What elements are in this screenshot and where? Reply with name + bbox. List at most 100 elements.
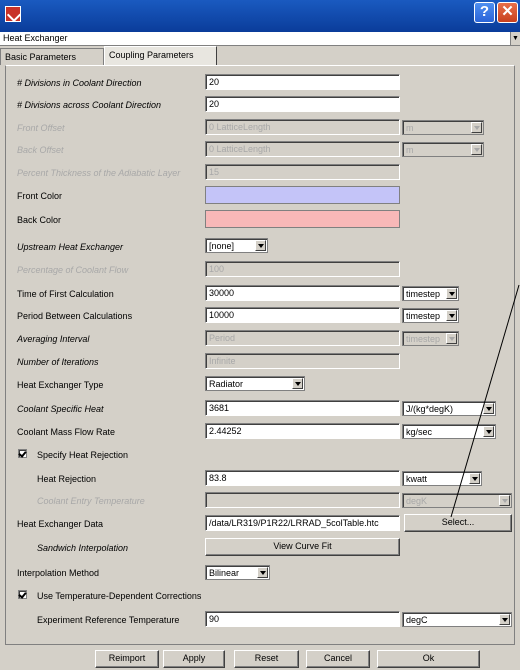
row-upstream: Upstream Heat Exchanger [none] bbox=[0, 237, 520, 255]
row-front-offset: Front Offset 0 LatticeLength m bbox=[0, 118, 520, 136]
chevron-down-icon[interactable]: ▼ bbox=[510, 32, 520, 45]
label-sandwich: Sandwich Interpolation bbox=[37, 543, 129, 553]
row-period-between: Period Between Calculations 10000 timest… bbox=[0, 306, 520, 324]
row-pct-thickness: Percent Thickness of the Adiabatic Layer… bbox=[0, 163, 520, 181]
apply-button[interactable]: Apply bbox=[163, 650, 225, 668]
title-bar: ? ✕ bbox=[0, 0, 520, 32]
label-back-offset: Back Offset bbox=[17, 145, 64, 155]
row-hx-type: Heat Exchanger Type Radiator bbox=[0, 375, 520, 393]
back-offset-input[interactable]: 0 LatticeLength bbox=[205, 141, 400, 157]
coolant-specific-heat-unit-select[interactable]: J/(kg*degK) bbox=[402, 401, 496, 416]
chevron-down-icon[interactable] bbox=[257, 567, 268, 578]
pct-thickness-input[interactable]: 15 bbox=[205, 164, 400, 180]
chevron-down-icon[interactable] bbox=[446, 310, 457, 321]
use-temp-dep-checkbox[interactable] bbox=[18, 590, 27, 599]
label-div-coolant: # Divisions in Coolant Direction bbox=[17, 78, 142, 88]
ok-button[interactable]: Ok bbox=[377, 650, 480, 668]
label-averaging: Averaging Interval bbox=[17, 334, 90, 344]
chevron-down-icon[interactable] bbox=[471, 144, 482, 155]
row-div-coolant: # Divisions in Coolant Direction 20 bbox=[0, 73, 520, 91]
label-div-across: # Divisions across Coolant Direction bbox=[17, 100, 162, 110]
help-button[interactable]: ? bbox=[474, 2, 495, 23]
heat-rejection-unit-select[interactable]: kwatt bbox=[402, 471, 482, 486]
chevron-down-icon[interactable] bbox=[446, 288, 457, 299]
label-heat-rejection: Heat Rejection bbox=[37, 474, 97, 484]
row-hx-data: Heat Exchanger Data /data/LR319/P1R22/LR… bbox=[0, 514, 520, 532]
front-color-swatch[interactable] bbox=[205, 186, 400, 204]
label-exp-ref-temp: Experiment Reference Temperature bbox=[37, 615, 180, 625]
chevron-down-icon[interactable] bbox=[483, 403, 494, 414]
row-specify-heat-rejection: Specify Heat Rejection bbox=[0, 445, 520, 463]
view-curve-fit-button[interactable]: View Curve Fit bbox=[205, 538, 400, 556]
label-hx-type: Heat Exchanger Type bbox=[17, 380, 104, 390]
tab-basic-parameters[interactable]: Basic Parameters bbox=[0, 48, 104, 65]
label-coolant-entry-temp: Coolant Entry Temperature bbox=[37, 496, 145, 506]
row-div-across: # Divisions across Coolant Direction 20 bbox=[0, 95, 520, 113]
label-front-color: Front Color bbox=[17, 191, 63, 201]
row-coolant-specific-heat: Coolant Specific Heat 3681 J/(kg*degK) bbox=[0, 399, 520, 417]
row-back-color: Back Color bbox=[0, 210, 520, 228]
chevron-down-icon[interactable] bbox=[469, 473, 480, 484]
reimport-button[interactable]: Reimport bbox=[95, 650, 159, 668]
select-file-button[interactable]: Select... bbox=[404, 514, 512, 532]
chevron-down-icon[interactable] bbox=[499, 495, 510, 506]
row-averaging: Averaging Interval Period timestep bbox=[0, 329, 520, 347]
chevron-down-icon[interactable] bbox=[499, 614, 510, 625]
row-pct-coolant: Percentage of Coolant Flow 100 bbox=[0, 260, 520, 278]
coolant-mass-flow-input[interactable]: 2.44252 bbox=[205, 423, 400, 439]
label-interp-method: Interpolation Method bbox=[17, 568, 100, 578]
object-select-value: Heat Exchanger bbox=[3, 33, 68, 43]
exp-ref-temp-unit-select[interactable]: degC bbox=[402, 612, 512, 627]
label-upstream: Upstream Heat Exchanger bbox=[17, 242, 124, 252]
label-back-color: Back Color bbox=[17, 215, 62, 225]
label-front-offset: Front Offset bbox=[17, 123, 65, 133]
interp-method-select[interactable]: Bilinear bbox=[205, 565, 270, 580]
front-offset-unit-select[interactable]: m bbox=[402, 120, 484, 135]
back-color-swatch[interactable] bbox=[205, 210, 400, 228]
label-pct-coolant: Percentage of Coolant Flow bbox=[17, 265, 129, 275]
row-num-iterations: Number of Iterations Infinite bbox=[0, 352, 520, 370]
label-hx-data: Heat Exchanger Data bbox=[17, 519, 104, 529]
coolant-mass-flow-unit-select[interactable]: kg/sec bbox=[402, 424, 496, 439]
period-between-input[interactable]: 10000 bbox=[205, 307, 400, 323]
exp-ref-temp-input[interactable]: 90 bbox=[205, 611, 400, 627]
coolant-specific-heat-input[interactable]: 3681 bbox=[205, 400, 400, 416]
chevron-down-icon[interactable] bbox=[255, 240, 266, 251]
label-coolant-specific-heat: Coolant Specific Heat bbox=[17, 404, 104, 414]
cancel-button[interactable]: Cancel bbox=[306, 650, 370, 668]
num-iterations-input[interactable]: Infinite bbox=[205, 353, 400, 369]
chevron-down-icon[interactable] bbox=[446, 333, 457, 344]
label-period-between: Period Between Calculations bbox=[17, 311, 133, 321]
tab-coupling-parameters[interactable]: Coupling Parameters bbox=[104, 46, 217, 65]
upstream-select[interactable]: [none] bbox=[205, 238, 268, 253]
period-between-unit-select[interactable]: timestep bbox=[402, 308, 459, 323]
coolant-entry-temp-input[interactable] bbox=[205, 492, 400, 508]
reset-button[interactable]: Reset bbox=[234, 650, 299, 668]
averaging-unit-select[interactable]: timestep bbox=[402, 331, 459, 346]
back-offset-unit-select[interactable]: m bbox=[402, 142, 484, 157]
label-pct-thickness: Percent Thickness of the Adiabatic Layer bbox=[17, 168, 181, 178]
object-select[interactable]: Heat Exchanger ▼ bbox=[0, 32, 520, 46]
label-use-temp-dep: Use Temperature-Dependent Corrections bbox=[37, 591, 202, 601]
chevron-down-icon[interactable] bbox=[471, 122, 482, 133]
close-button[interactable]: ✕ bbox=[497, 2, 518, 23]
averaging-input[interactable]: Period bbox=[205, 330, 400, 346]
row-sandwich: Sandwich Interpolation View Curve Fit bbox=[0, 538, 520, 556]
front-offset-input[interactable]: 0 LatticeLength bbox=[205, 119, 400, 135]
hx-data-path-input[interactable]: /data/LR319/P1R22/LRRAD_5colTable.htc bbox=[205, 515, 400, 531]
heat-rejection-input[interactable]: 83.8 bbox=[205, 470, 400, 486]
row-use-temp-dep: Use Temperature-Dependent Corrections bbox=[0, 586, 520, 604]
specify-heat-rejection-checkbox[interactable] bbox=[18, 449, 27, 458]
row-coolant-mass-flow: Coolant Mass Flow Rate 2.44252 kg/sec bbox=[0, 422, 520, 440]
pct-coolant-input[interactable]: 100 bbox=[205, 261, 400, 277]
hx-type-select[interactable]: Radiator bbox=[205, 376, 305, 391]
chevron-down-icon[interactable] bbox=[292, 378, 303, 389]
time-first-input[interactable]: 30000 bbox=[205, 285, 400, 301]
chevron-down-icon[interactable] bbox=[483, 426, 494, 437]
coolant-entry-temp-unit-select[interactable]: degK bbox=[402, 493, 512, 508]
div-coolant-input[interactable]: 20 bbox=[205, 74, 400, 90]
label-num-iterations: Number of Iterations bbox=[17, 357, 99, 367]
app-icon bbox=[5, 6, 21, 22]
time-first-unit-select[interactable]: timestep bbox=[402, 286, 459, 301]
div-across-input[interactable]: 20 bbox=[205, 96, 400, 112]
